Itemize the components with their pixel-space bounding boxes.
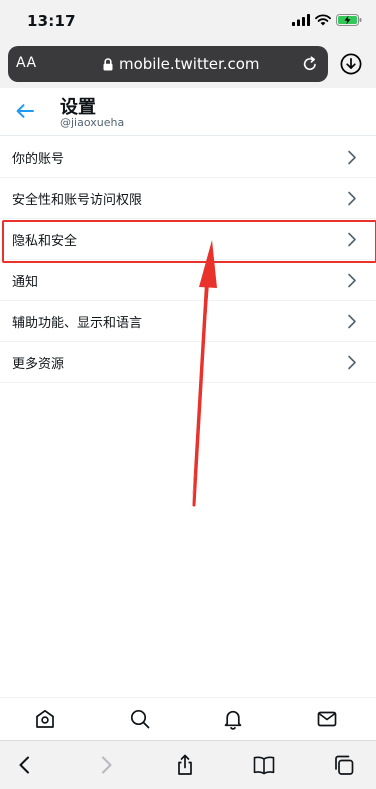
- settings-item-your-account[interactable]: 你的账号: [0, 137, 376, 178]
- forward-icon[interactable]: [94, 753, 118, 777]
- bottom-navigation: [0, 697, 376, 740]
- browser-toolbar: [0, 740, 376, 789]
- settings-item-label: 安全性和账号访问权限: [12, 192, 143, 208]
- url-text: mobile.twitter.com: [119, 55, 260, 73]
- status-icons: [292, 14, 362, 26]
- chevron-right-icon: [348, 191, 356, 206]
- mail-icon[interactable]: [316, 708, 338, 730]
- settings-item-additional-resources[interactable]: 更多资源: [0, 342, 376, 383]
- status-bar: 13:17: [0, 0, 376, 44]
- browser-chrome: 13:17 AA mobile.twitter.com: [0, 0, 376, 88]
- settings-list: 你的账号 安全性和账号访问权限 隐私和安全 通知 辅助功能、显示和语言 更多资源: [0, 137, 376, 383]
- settings-item-label: 辅助功能、显示和语言: [12, 315, 143, 331]
- chevron-right-icon: [348, 273, 356, 288]
- page-header: 设置 @jiaoxueha: [0, 88, 376, 136]
- chevron-right-icon: [348, 314, 356, 329]
- search-icon[interactable]: [129, 708, 151, 730]
- battery-charging-icon: [336, 14, 362, 26]
- reload-icon[interactable]: [300, 54, 320, 74]
- chevron-right-icon: [348, 355, 356, 370]
- tabs-icon[interactable]: [332, 753, 356, 777]
- home-icon[interactable]: [34, 708, 56, 730]
- bell-icon[interactable]: [222, 708, 244, 730]
- address-bar[interactable]: AA mobile.twitter.com: [8, 46, 328, 82]
- lock-icon: [103, 57, 113, 70]
- wifi-icon: [315, 14, 331, 26]
- settings-item-label: 你的账号: [12, 151, 65, 167]
- settings-item-notifications[interactable]: 通知: [0, 260, 376, 301]
- bookmarks-icon[interactable]: [252, 753, 276, 777]
- back-arrow-icon[interactable]: [14, 100, 36, 122]
- account-handle: @jiaoxueha: [60, 116, 125, 129]
- settings-item-label: 更多资源: [12, 356, 65, 372]
- url-display[interactable]: mobile.twitter.com: [103, 55, 260, 73]
- signal-icon: [292, 14, 310, 26]
- chevron-right-icon: [348, 150, 356, 165]
- text-size-label: AA: [16, 55, 37, 71]
- settings-item-label: 隐私和安全: [12, 233, 78, 249]
- back-icon[interactable]: [13, 753, 37, 777]
- text-size-button[interactable]: AA: [16, 55, 37, 71]
- settings-item-privacy-safety[interactable]: 隐私和安全: [0, 219, 376, 263]
- download-icon[interactable]: [340, 53, 362, 75]
- chevron-right-icon: [348, 232, 356, 247]
- settings-item-accessibility[interactable]: 辅助功能、显示和语言: [0, 301, 376, 342]
- status-time: 13:17: [27, 12, 76, 30]
- share-icon[interactable]: [173, 753, 197, 777]
- settings-item-label: 通知: [12, 274, 39, 290]
- settings-item-security-access[interactable]: 安全性和账号访问权限: [0, 178, 376, 219]
